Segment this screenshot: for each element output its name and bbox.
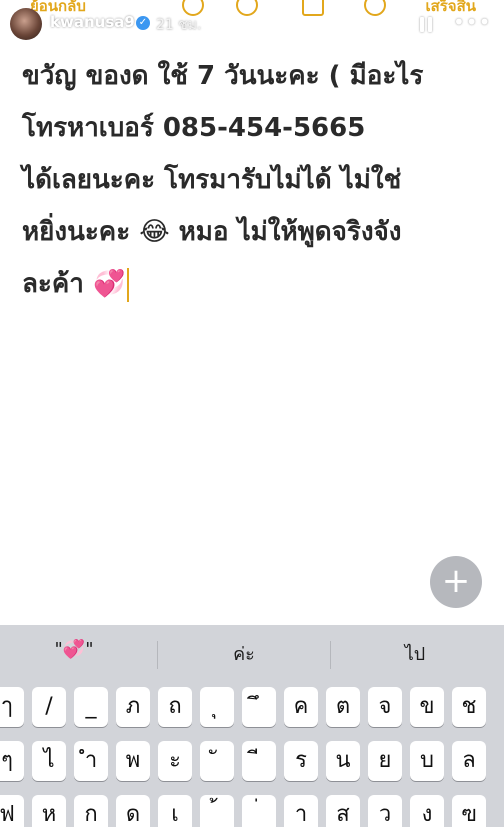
key[interactable]: ช <box>452 687 486 727</box>
key[interactable]: ต <box>326 687 360 727</box>
key[interactable]: ง <box>410 795 444 827</box>
key[interactable]: ค <box>284 687 318 727</box>
story-header: kwanusa9 ✓ 21 ชม. ••• <box>0 8 504 48</box>
key[interactable]: น <box>326 741 360 781</box>
key[interactable]: ข <box>410 687 444 727</box>
note-line: ขวัญ ของด ใช้ 7 วันนะคะ ( มีอะไร <box>22 61 424 91</box>
key[interactable]: ั <box>200 741 234 781</box>
keyboard-row-1: ๅ/_ภถุึคตจขช <box>0 687 504 727</box>
keyboard: "💞" ค่ะ ไป ๅ/_ภถุึคตจขช ๆไำพะัีรนยบล ฟหก… <box>0 625 504 827</box>
key[interactable]: บ <box>410 741 444 781</box>
suggestion-divider <box>330 641 331 669</box>
key[interactable]: ก <box>74 795 108 827</box>
key[interactable]: ี <box>242 741 276 781</box>
key[interactable]: ถ <box>158 687 192 727</box>
key[interactable]: ่ <box>242 795 276 827</box>
key[interactable]: ย <box>368 741 402 781</box>
pause-icon[interactable] <box>420 17 432 32</box>
suggestion-3[interactable]: ไป <box>333 639 497 668</box>
key[interactable]: ึ <box>242 687 276 727</box>
note-line: ได้เลยนะคะ โทรมารับไม่ได้ ไม่ใช่ <box>22 165 402 195</box>
key[interactable]: ส <box>326 795 360 827</box>
note-line-last: ละค้า 💞 <box>22 258 492 310</box>
key[interactable]: ไ <box>32 741 66 781</box>
key[interactable]: ุ <box>200 687 234 727</box>
avatar[interactable] <box>10 8 42 40</box>
key[interactable]: ฟ <box>0 795 24 827</box>
note-body[interactable]: ขวัญ ของด ใช้ 7 วันนะคะ ( มีอะไร โทรหาเบ… <box>22 50 492 310</box>
key[interactable]: ล <box>452 741 486 781</box>
key[interactable]: ภ <box>116 687 150 727</box>
more-icon[interactable]: ••• <box>453 10 491 34</box>
suggestion-divider <box>157 641 158 669</box>
keyboard-row-3: ฟหกดเ้่าสวงฃ <box>0 795 504 827</box>
suggestion-2[interactable]: ค่ะ <box>162 639 326 668</box>
add-button[interactable]: + <box>430 556 482 608</box>
key[interactable]: ร <box>284 741 318 781</box>
key[interactable]: จ <box>368 687 402 727</box>
suggestion-bar: "💞" ค่ะ ไป <box>0 625 504 685</box>
key[interactable]: พ <box>116 741 150 781</box>
key[interactable]: ว <box>368 795 402 827</box>
key[interactable]: ้ <box>200 795 234 827</box>
story-timestamp: 21 ชม. <box>156 17 202 33</box>
note-line: โทรหาเบอร์ 085-454-5665 <box>22 113 366 143</box>
key[interactable]: ห <box>32 795 66 827</box>
suggestion-1[interactable]: "💞" <box>0 639 156 660</box>
key[interactable]: เ <box>158 795 192 827</box>
key[interactable]: / <box>32 687 66 727</box>
keyboard-row-2: ๆไำพะัีรนยบล <box>0 741 504 781</box>
note-line-text: ละค้า 💞 <box>22 269 126 299</box>
key[interactable]: ะ <box>158 741 192 781</box>
text-caret <box>127 267 130 302</box>
note-line: หยิ่งนะคะ 😂 หมอ ไม่ให้พูดจริงจัง <box>22 217 402 247</box>
key[interactable]: ๆ <box>0 741 24 781</box>
key[interactable]: ำ <box>74 741 108 781</box>
key[interactable]: ฃ <box>452 795 486 827</box>
key[interactable]: ด <box>116 795 150 827</box>
key[interactable]: า <box>284 795 318 827</box>
username[interactable]: kwanusa9 <box>50 13 135 31</box>
verified-check-icon: ✓ <box>136 16 150 30</box>
key[interactable]: ๅ <box>0 687 24 727</box>
key[interactable]: _ <box>74 687 108 727</box>
